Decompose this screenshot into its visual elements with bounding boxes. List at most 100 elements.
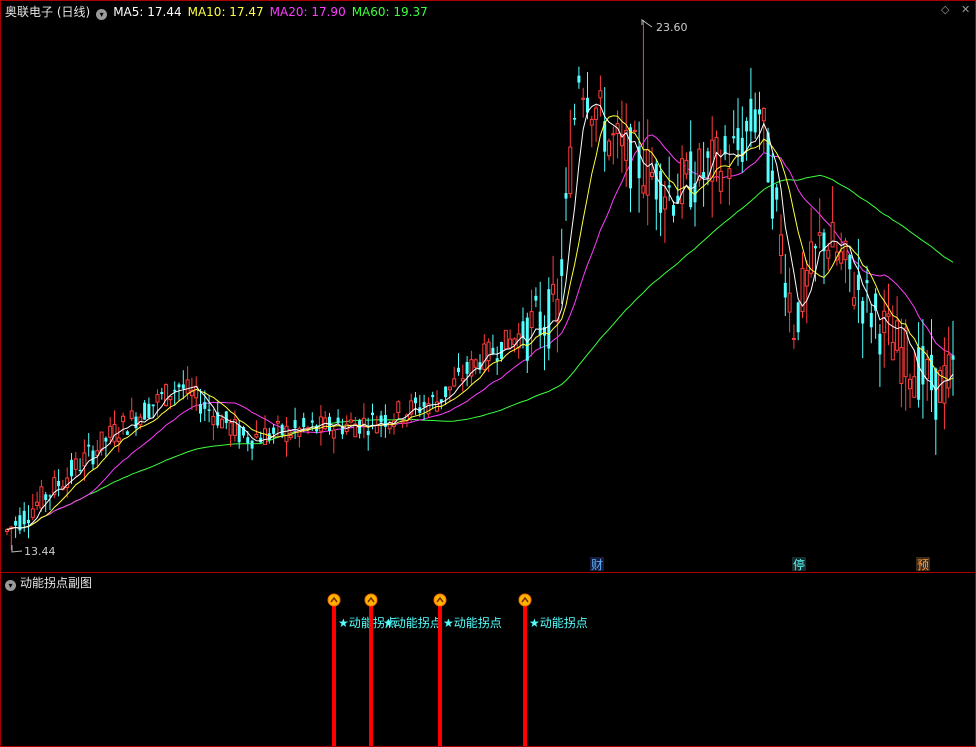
candle-body — [220, 418, 224, 429]
candle-body — [839, 251, 844, 264]
candle-body — [263, 428, 267, 445]
candle-body — [482, 343, 487, 370]
candle-body — [78, 469, 82, 471]
chevron-down-icon[interactable]: ▾ — [5, 580, 16, 591]
candle-body — [581, 97, 586, 100]
candle-body — [745, 120, 749, 132]
signal-up-icon — [433, 593, 447, 607]
candle-body — [160, 392, 164, 395]
candle-body — [573, 117, 577, 120]
candle-body — [5, 529, 9, 532]
signal-up-icon — [518, 593, 532, 607]
candle-body — [848, 254, 852, 270]
svg-text:23.60: 23.60 — [656, 21, 688, 34]
candle-body — [899, 347, 904, 384]
candle-body — [473, 359, 478, 368]
candle-body — [310, 420, 314, 423]
ma60-label: MA60: 19.37 — [351, 5, 428, 19]
candle-body — [147, 403, 151, 418]
candle-body — [486, 341, 491, 362]
candle-body — [272, 427, 276, 434]
candle-body — [104, 437, 108, 442]
candle-body — [547, 289, 551, 349]
candle-body — [564, 193, 568, 199]
candle-body — [181, 384, 185, 389]
candle-body — [224, 411, 228, 424]
candle-body — [349, 419, 353, 423]
signal-bar — [438, 606, 442, 746]
candle-body — [538, 311, 542, 336]
candle-body — [82, 452, 87, 467]
marker-ting[interactable]: 停 — [792, 557, 806, 572]
candle-body — [508, 338, 513, 349]
candle-body — [912, 376, 917, 398]
candle-body — [632, 130, 637, 133]
candle-body — [173, 389, 177, 392]
candle-body — [275, 420, 280, 424]
candle-body — [164, 384, 169, 407]
candle-body — [99, 431, 104, 451]
signal-bar — [369, 606, 373, 746]
candle-body — [779, 234, 783, 257]
candle-body — [457, 367, 460, 373]
diamond-icon[interactable]: ◇ — [941, 3, 949, 16]
candle-body — [684, 159, 689, 175]
candle-body — [727, 168, 732, 180]
signal-bar — [332, 606, 336, 746]
candle-body — [740, 137, 744, 162]
candle-body — [366, 430, 370, 436]
candle-body — [560, 259, 564, 276]
candle-body — [237, 425, 241, 443]
ma5-line — [6, 103, 954, 531]
candle-body — [645, 149, 650, 196]
chevron-down-icon[interactable]: ▾ — [96, 9, 108, 20]
candle-body — [706, 151, 710, 158]
close-icon[interactable]: ✕ — [961, 3, 970, 16]
candle-body — [775, 187, 779, 200]
candle-body — [886, 313, 891, 317]
candle-body — [22, 510, 26, 525]
candle-body — [908, 378, 912, 390]
candle-body — [151, 404, 155, 407]
svg-text:停: 停 — [793, 557, 805, 572]
candle-body — [254, 433, 259, 438]
signal-bar — [523, 606, 527, 746]
candle-body — [672, 205, 675, 216]
ma20-line-path — [6, 134, 954, 531]
candle-body — [452, 378, 457, 387]
sub-chart-title: 动能拐点副图 — [20, 576, 93, 590]
candle-body — [895, 320, 900, 351]
candle-body — [87, 444, 91, 447]
candle-body — [890, 341, 895, 361]
candle-body — [177, 384, 181, 388]
candle-body — [414, 397, 417, 404]
signal-layer: ★动能拐点★动能拐点 ★动能拐点 ★动能拐点 — [327, 593, 588, 746]
svg-text:13.44: 13.44 — [24, 545, 56, 558]
marker-yu[interactable]: 预 — [916, 557, 930, 572]
svg-text:财: 财 — [591, 558, 603, 572]
candle-body — [758, 109, 761, 115]
candle-body — [57, 480, 61, 487]
candle-body — [331, 429, 336, 439]
candle-body — [925, 358, 930, 380]
candle-body — [761, 107, 766, 122]
signal-label: ★动能拐点 — [443, 615, 502, 630]
candle-body — [129, 410, 134, 420]
candle-body — [228, 422, 233, 436]
ma10-label: MA10: 17.47 — [187, 5, 264, 19]
candle-body — [155, 394, 160, 403]
candle-body — [288, 434, 293, 438]
candle-body — [826, 249, 831, 259]
candle-body — [650, 172, 654, 178]
candle-body — [14, 520, 18, 526]
candle-body — [491, 347, 495, 354]
sub-chart-header: ▾ 动能拐点副图 — [5, 574, 92, 591]
candle-body — [718, 170, 723, 192]
candle-body — [431, 394, 435, 398]
chart-canvas: 23.60 13.44 财 停 预 ★动能拐点★动能拐点 ★动能拐点 ★动能拐点 — [0, 0, 976, 747]
candle-body — [667, 185, 671, 188]
marker-cai[interactable]: 财 — [590, 557, 604, 572]
candle-body — [112, 423, 117, 443]
candle-body — [903, 327, 908, 378]
ma5-label: MA5: 17.44 — [113, 5, 182, 19]
